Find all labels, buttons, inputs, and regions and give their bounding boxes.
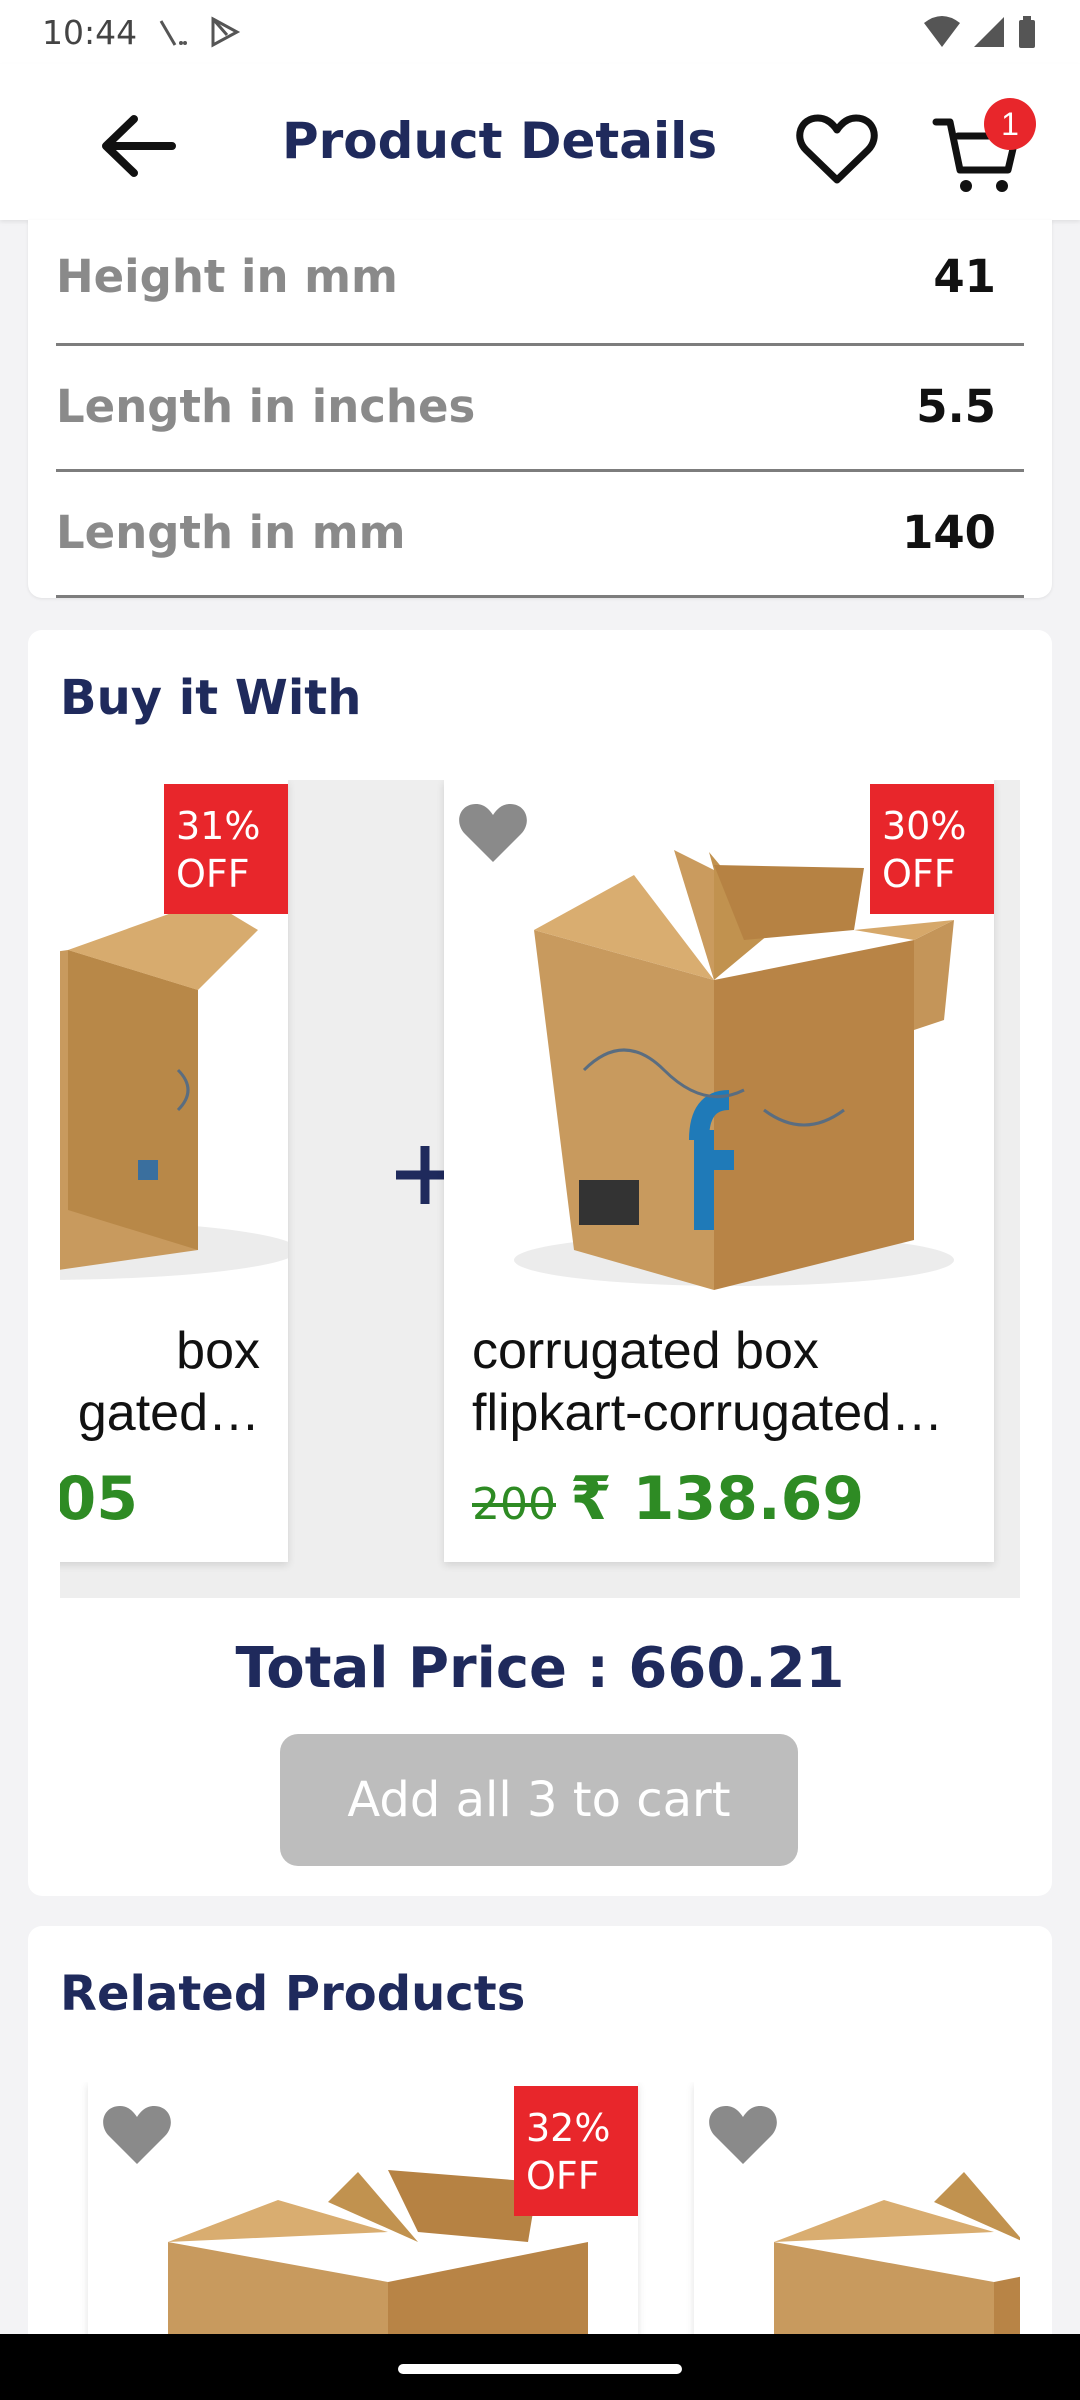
spec-value: 41 (933, 250, 996, 303)
signal-off-icon (159, 20, 188, 46)
spec-label: Length in inches (56, 380, 476, 433)
product-image: 31% OFF (60, 780, 288, 1290)
spec-row: Height in mm 41 (56, 220, 1024, 346)
app-bar: Product Details 1 (0, 64, 1080, 220)
product-price: 05 (60, 1464, 138, 1534)
back-button[interactable] (96, 104, 180, 188)
system-navigation-bar (0, 2334, 1080, 2400)
heart-filled-icon[interactable] (100, 2100, 174, 2168)
bundle-product-card[interactable]: 31% OFF box gated… 05 (60, 780, 288, 1562)
product-name: corrugated box flipkart-corrugated… (472, 1322, 944, 1442)
section-title: Related Products (60, 1966, 526, 2022)
cart-count-badge: 1 (984, 98, 1036, 150)
discount-badge: 32% OFF (514, 2086, 638, 2216)
total-price: Total Price : 660.21 (235, 1636, 845, 1701)
play-store-icon (211, 16, 241, 48)
spec-row: Length in inches 5.5 (56, 346, 1024, 472)
wishlist-button[interactable] (792, 104, 882, 194)
heart-filled-icon[interactable] (456, 798, 530, 866)
spec-label: Height in mm (56, 250, 398, 303)
specifications-card: Height in mm 41 Length in inches 5.5 Len… (28, 220, 1052, 598)
discount-badge: 31% OFF (164, 784, 288, 914)
bundle-carousel[interactable]: 31% OFF box gated… 05 30% OFF corrugated… (60, 780, 1020, 1598)
product-image: 30% OFF (444, 780, 994, 1290)
discount-badge: 30% OFF (870, 784, 994, 914)
arrow-left-icon (102, 115, 176, 177)
status-bar: 10:44 (0, 0, 1080, 64)
related-products-section: Related Products 32% OFF (28, 1926, 1052, 2400)
spec-value: 5.5 (916, 380, 996, 433)
cellular-signal-icon (974, 17, 1004, 47)
heart-filled-icon[interactable] (706, 2100, 780, 2168)
product-price: 200 ₹ 138.69 (472, 1464, 864, 1534)
wifi-icon (924, 16, 960, 47)
sale-price: ₹ 138.69 (569, 1464, 865, 1534)
spec-value: 140 (902, 506, 996, 559)
heart-outline-icon (796, 114, 878, 184)
product-details-screen: 10:44 Product Details 1 Height in mm 41 (0, 0, 1080, 2400)
battery-icon (1019, 16, 1035, 48)
bundle-product-card[interactable]: 30% OFF corrugated box flipkart-corrugat… (444, 780, 994, 1562)
spec-row: Length in mm 140 (56, 472, 1024, 598)
page-title: Product Details (282, 112, 718, 170)
cart-button[interactable]: 1 (932, 98, 1036, 198)
status-time: 10:44 (42, 12, 138, 52)
product-name: box gated… (77, 1322, 260, 1442)
buy-it-with-section: Buy it With 31% OFF box gated… 05 30% OF… (28, 630, 1052, 1896)
add-all-to-cart-button[interactable]: Add all 3 to cart (280, 1734, 798, 1866)
original-price: 200 (472, 1479, 556, 1530)
spec-label: Length in mm (56, 506, 406, 559)
section-title: Buy it With (60, 670, 362, 726)
home-gesture-handle[interactable] (398, 2364, 682, 2374)
